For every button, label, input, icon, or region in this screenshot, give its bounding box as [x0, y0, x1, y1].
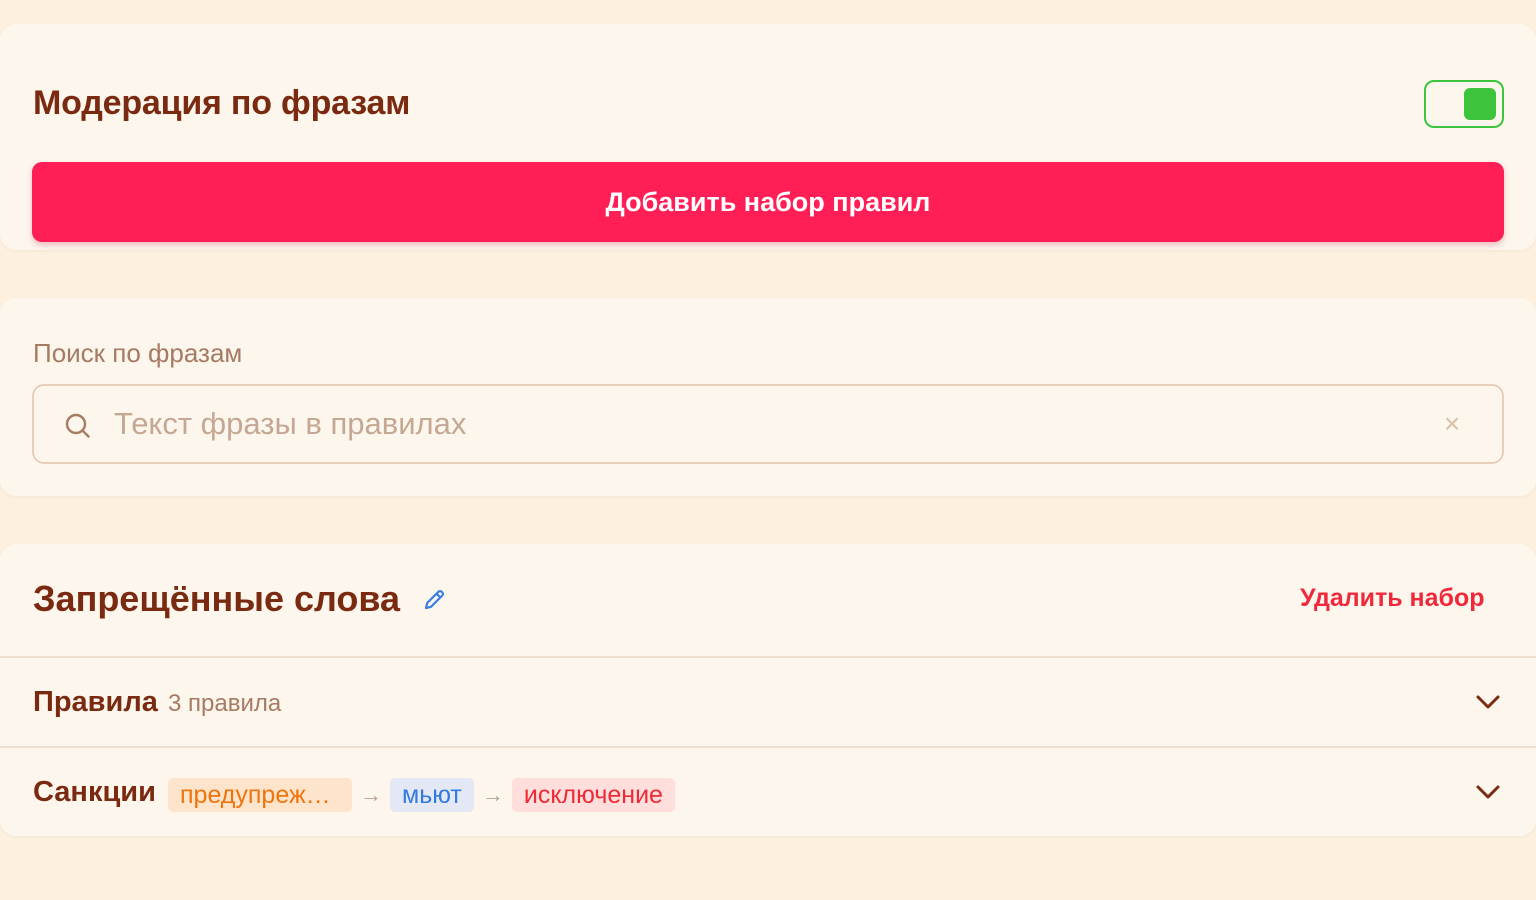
rules-row[interactable]: Правила 3 правила	[0, 658, 1536, 746]
sanction-chip-warning: предупреж…	[168, 778, 352, 812]
rules-count: 3 правила	[168, 690, 282, 717]
chevron-down-icon[interactable]	[1474, 778, 1502, 806]
search-card: Поиск по фразам ×	[0, 298, 1536, 496]
ruleset-title: Запрещённые слова	[33, 578, 401, 619]
search-box[interactable]: ×	[32, 384, 1504, 464]
moderation-card: Модерация по фразам Добавить набор прави…	[0, 24, 1536, 250]
sanction-chip-mute: мьют	[390, 778, 474, 812]
sanction-chip-kick: исключение	[511, 778, 675, 812]
sanction-steps: предупреж… → мьют → исключение	[168, 778, 675, 812]
toggle-knob	[1464, 88, 1496, 120]
pencil-icon[interactable]	[420, 586, 448, 614]
arrow-right-icon: →	[360, 782, 382, 807]
moderation-toggle[interactable]	[1424, 80, 1504, 128]
chevron-down-icon[interactable]	[1474, 688, 1502, 716]
rules-label: Правила	[33, 686, 158, 718]
search-label: Поиск по фразам	[33, 338, 243, 368]
delete-ruleset-button[interactable]: Удалить набор	[1300, 584, 1485, 613]
sanctions-row[interactable]: Санкции предупреж… → мьют → исключение	[0, 748, 1536, 836]
search-icon	[65, 413, 90, 438]
clear-icon[interactable]: ×	[1434, 406, 1470, 442]
add-ruleset-button[interactable]: Добавить набор правил	[32, 162, 1504, 242]
ruleset-card: Запрещённые слова Удалить набор Правила …	[0, 544, 1536, 836]
sanctions-label: Санкции	[33, 776, 156, 808]
arrow-right-icon: →	[481, 782, 504, 807]
search-input[interactable]	[114, 400, 1414, 448]
moderation-title: Модерация по фразам	[33, 84, 411, 122]
